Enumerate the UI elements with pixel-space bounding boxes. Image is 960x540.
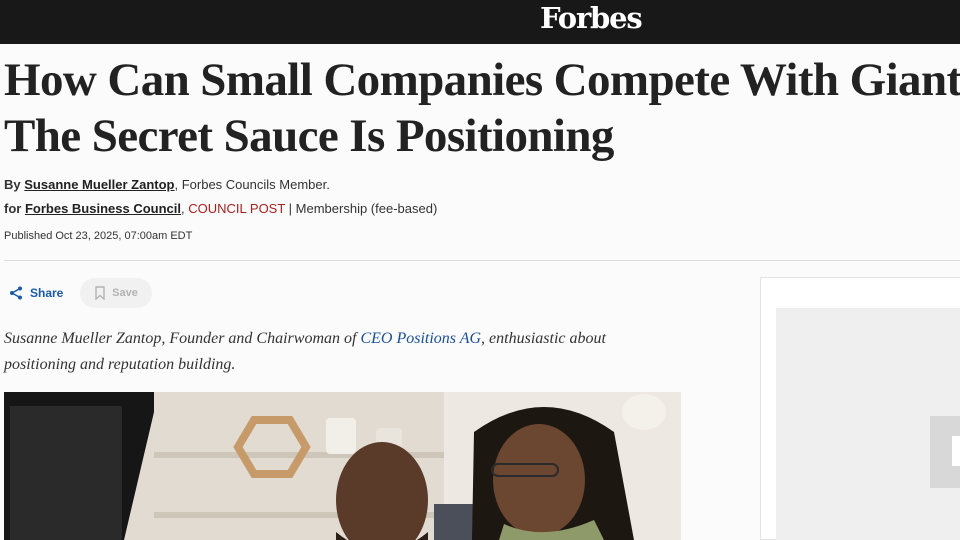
byline-comma: , bbox=[181, 201, 185, 216]
save-label: Save bbox=[112, 287, 138, 299]
byline-author: By Susanne Mueller Zantop, Forbes Counci… bbox=[4, 177, 330, 193]
author-link[interactable]: Susanne Mueller Zantop bbox=[24, 177, 174, 192]
header-divider bbox=[4, 260, 960, 261]
site-header: Forbes bbox=[0, 0, 960, 44]
article-headline: How Can Small Companies Compete With Gia… bbox=[4, 52, 960, 164]
by-prefix: By bbox=[4, 177, 21, 192]
headline-line-2: The Secret Sauce Is Positioning bbox=[4, 110, 614, 162]
ad-mark bbox=[952, 436, 960, 466]
share-label: Share bbox=[30, 286, 64, 300]
author-suffix: , Forbes Councils Member. bbox=[174, 177, 330, 192]
save-button[interactable]: Save bbox=[80, 278, 152, 308]
hero-image bbox=[4, 392, 681, 540]
company-link[interactable]: CEO Positions AG bbox=[360, 330, 481, 347]
author-bio: Susanne Mueller Zantop, Founder and Chai… bbox=[4, 326, 664, 378]
membership-label: | Membership (fee-based) bbox=[285, 201, 438, 216]
council-post-label: COUNCIL POST bbox=[188, 201, 286, 216]
council-link[interactable]: Forbes Business Council bbox=[25, 201, 181, 216]
share-button[interactable]: Share bbox=[8, 280, 63, 306]
byline-council: for Forbes Business Council, COUNCIL POS… bbox=[4, 201, 437, 217]
for-prefix: for bbox=[4, 201, 22, 216]
hero-illustration bbox=[4, 392, 681, 540]
bookmark-icon bbox=[95, 286, 105, 300]
forbes-logo[interactable]: Forbes bbox=[540, 2, 643, 34]
headline-line-1: How Can Small Companies Compete With Gia… bbox=[4, 54, 960, 106]
share-icon bbox=[10, 286, 22, 300]
bio-text-start: Susanne Mueller Zantop, Founder and Chai… bbox=[4, 330, 361, 347]
published-date: Published Oct 23, 2025, 07:00am EDT bbox=[4, 230, 193, 242]
